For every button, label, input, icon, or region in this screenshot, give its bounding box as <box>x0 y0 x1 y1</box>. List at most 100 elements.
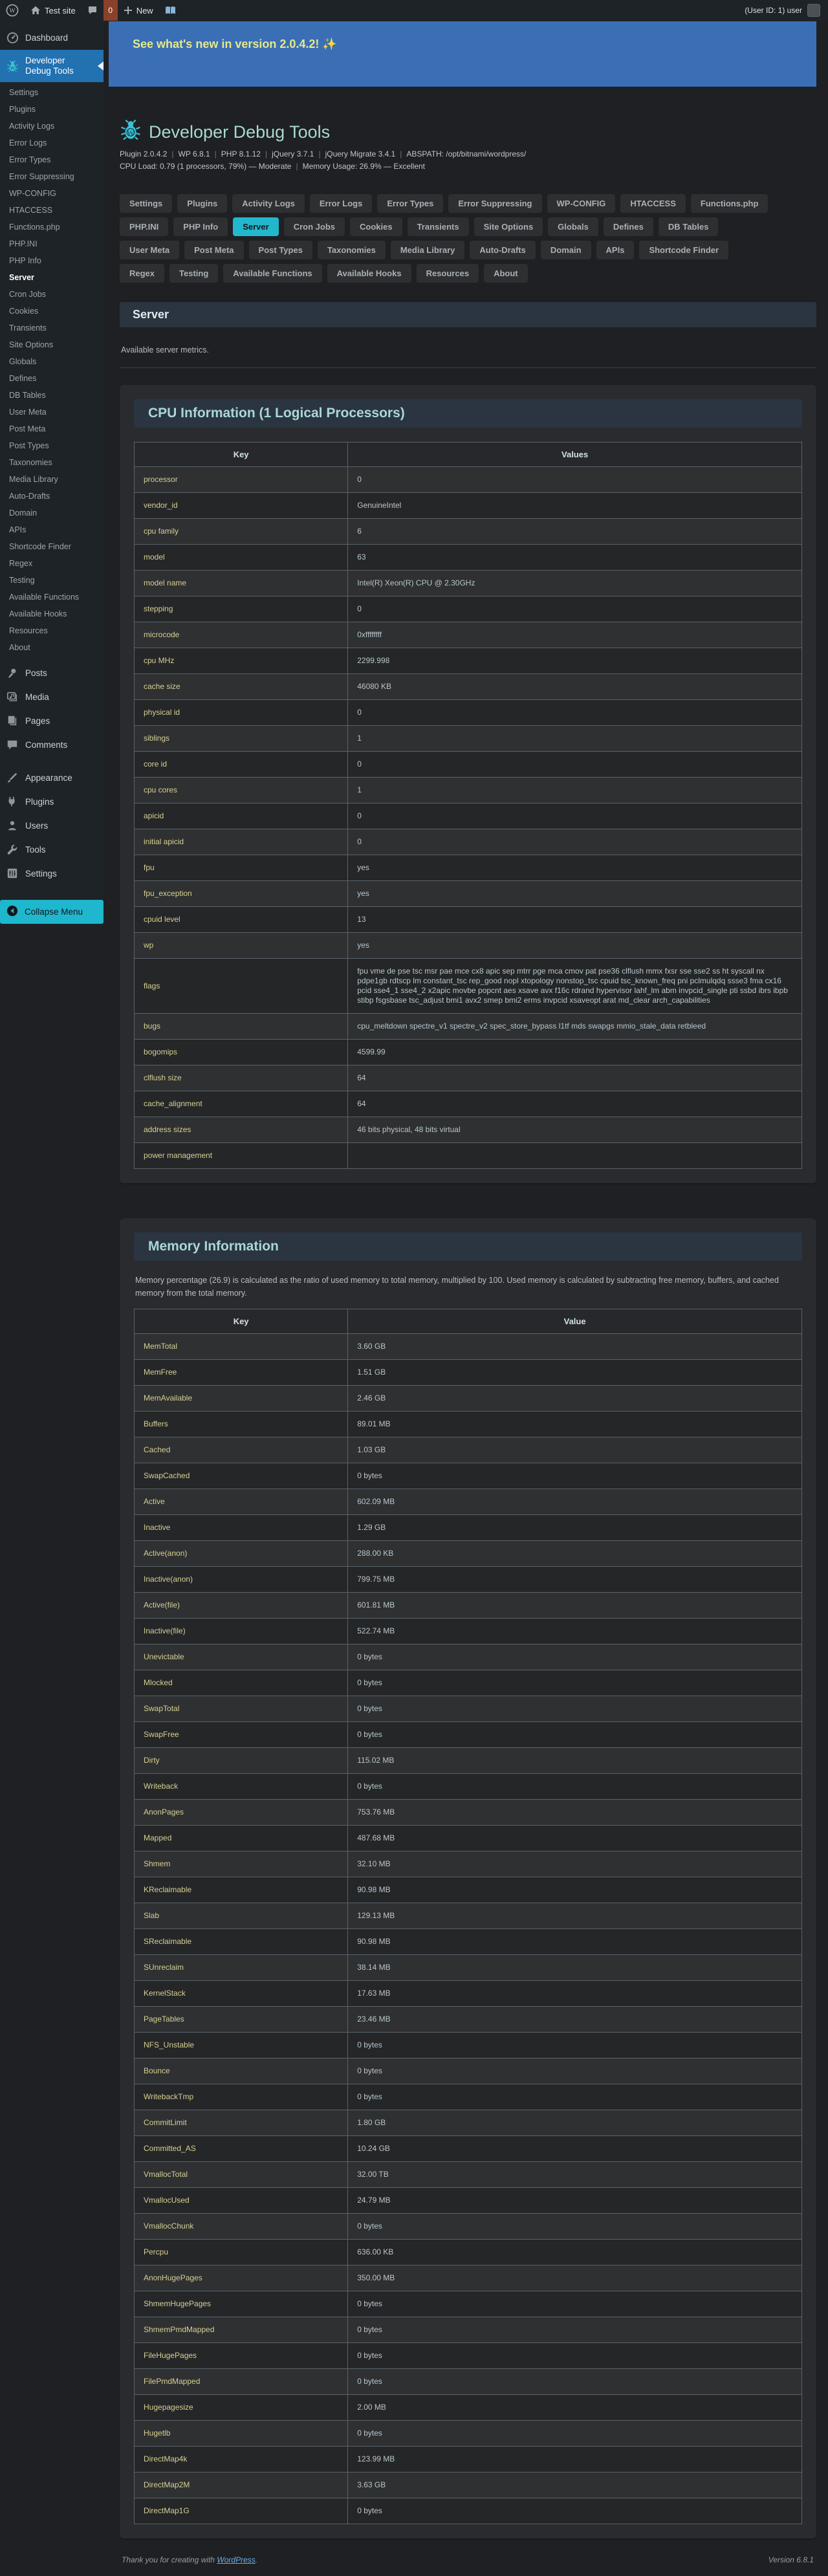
tab-settings[interactable]: Settings <box>120 194 172 213</box>
tab-cron-jobs[interactable]: Cron Jobs <box>284 217 345 236</box>
sidebar-subitem-error-types[interactable]: Error Types <box>0 151 104 168</box>
sidebar-subitem-domain[interactable]: Domain <box>0 505 104 521</box>
wordpress-logo-menu[interactable]: W <box>0 0 25 21</box>
sidebar-subitem-php-ini[interactable]: PHP.INI <box>0 235 104 252</box>
tab-user-meta[interactable]: User Meta <box>120 241 179 259</box>
tab-php-ini[interactable]: PHP.INI <box>120 217 168 236</box>
wordpress-link[interactable]: WordPress <box>217 2555 255 2564</box>
cpu-row-processor: processor0 <box>135 467 802 493</box>
comments-menu[interactable] <box>82 0 104 21</box>
sidebar-subitem-php-info[interactable]: PHP Info <box>0 252 104 269</box>
cpu-key: apicid <box>135 803 348 829</box>
cpu-row-physical-id: physical id0 <box>135 700 802 726</box>
memory-key: Hugetlb <box>135 2421 348 2447</box>
sidebar-item-users[interactable]: Users <box>0 814 104 838</box>
sidebar-item-label: Comments <box>25 740 67 750</box>
sidebar-subitem-post-types[interactable]: Post Types <box>0 437 104 454</box>
tab-wp-config[interactable]: WP-CONFIG <box>547 194 616 213</box>
sidebar-subitem-user-meta[interactable]: User Meta <box>0 404 104 420</box>
sidebar-subitem-available-functions[interactable]: Available Functions <box>0 589 104 606</box>
tab-error-logs[interactable]: Error Logs <box>310 194 372 213</box>
tab-post-meta[interactable]: Post Meta <box>184 241 243 259</box>
sidebar-subitem-about[interactable]: About <box>0 639 104 656</box>
sidebar-subitem-media-library[interactable]: Media Library <box>0 471 104 488</box>
site-name-menu[interactable]: Test site <box>25 0 82 21</box>
sidebar-subitem-taxonomies[interactable]: Taxonomies <box>0 454 104 471</box>
sidebar-item-developer-debug-tools[interactable]: W Developer Debug Tools <box>0 50 104 82</box>
tab-testing[interactable]: Testing <box>169 264 218 283</box>
sidebar-subitem-wp-config[interactable]: WP-CONFIG <box>0 185 104 202</box>
collapse-menu-button[interactable]: Collapse Menu <box>0 900 104 924</box>
tab-shortcode-finder[interactable]: Shortcode Finder <box>639 241 728 259</box>
tab-media-library[interactable]: Media Library <box>391 241 465 259</box>
sidebar-item-media[interactable]: Media <box>0 685 104 709</box>
tab-taxonomies[interactable]: Taxonomies <box>318 241 386 259</box>
tab-regex[interactable]: Regex <box>120 264 164 283</box>
tab-resources[interactable]: Resources <box>417 264 479 283</box>
sidebar-item-pages[interactable]: Pages <box>0 709 104 733</box>
tab-defines[interactable]: Defines <box>604 217 653 236</box>
sidebar-subitem-activity-logs[interactable]: Activity Logs <box>0 118 104 135</box>
tab-available-functions[interactable]: Available Functions <box>223 264 321 283</box>
sidebar-subitem-resources[interactable]: Resources <box>0 622 104 639</box>
memory-key: SwapTotal <box>135 1696 348 1722</box>
sidebar-subitem-functions-php[interactable]: Functions.php <box>0 219 104 235</box>
sidebar-subitem-post-meta[interactable]: Post Meta <box>0 420 104 437</box>
tab-available-hooks[interactable]: Available Hooks <box>327 264 411 283</box>
tab-globals[interactable]: Globals <box>548 217 598 236</box>
sidebar-subitem-server[interactable]: Server <box>0 269 104 286</box>
new-content-menu[interactable]: New <box>118 0 159 21</box>
sidebar-subitem-globals[interactable]: Globals <box>0 353 104 370</box>
tab-error-suppressing[interactable]: Error Suppressing <box>448 194 541 213</box>
sidebar-subitem-plugins[interactable]: Plugins <box>0 101 104 118</box>
sidebar-subitem-defines[interactable]: Defines <box>0 370 104 387</box>
sidebar-item-comments[interactable]: Comments <box>0 733 104 757</box>
sidebar-subitem-site-options[interactable]: Site Options <box>0 336 104 353</box>
cpu-row-wp: wpyes <box>135 933 802 959</box>
tab-post-types[interactable]: Post Types <box>249 241 312 259</box>
sidebar-subitem-db-tables[interactable]: DB Tables <box>0 387 104 404</box>
sidebar-item-settings-main[interactable]: Settings <box>0 862 104 886</box>
docs-menu[interactable] <box>159 0 182 21</box>
memory-card-title: Memory Information <box>134 1232 802 1261</box>
sidebar-item-appearance[interactable]: Appearance <box>0 766 104 790</box>
sidebar-subitem-htaccess[interactable]: HTACCESS <box>0 202 104 219</box>
error-count-badge[interactable]: 0 <box>104 0 118 21</box>
sidebar-subitem-cron-jobs[interactable]: Cron Jobs <box>0 286 104 303</box>
avatar[interactable] <box>807 4 820 17</box>
sidebar-subitem-apis[interactable]: APIs <box>0 521 104 538</box>
sidebar-subitem-settings[interactable]: Settings <box>0 84 104 101</box>
tab-site-options[interactable]: Site Options <box>474 217 543 236</box>
sidebar-subitem-error-suppressing[interactable]: Error Suppressing <box>0 168 104 185</box>
sidebar-subitem-cookies[interactable]: Cookies <box>0 303 104 320</box>
memory-row-inactive: Inactive1.29 GB <box>135 1515 802 1541</box>
whats-new-banner[interactable]: See what's new in version 2.0.4.2! ✨ <box>109 21 816 87</box>
sidebar-item-tools[interactable]: Tools <box>0 838 104 862</box>
tab-domain[interactable]: Domain <box>541 241 591 259</box>
sidebar-item-plugins-main[interactable]: Plugins <box>0 790 104 814</box>
sidebar-item-posts[interactable]: Posts <box>0 661 104 685</box>
tab-auto-drafts[interactable]: Auto-Drafts <box>470 241 536 259</box>
sidebar-subitem-error-logs[interactable]: Error Logs <box>0 135 104 151</box>
sidebar-subitem-shortcode-finder[interactable]: Shortcode Finder <box>0 538 104 555</box>
tab-cookies[interactable]: Cookies <box>350 217 402 236</box>
tab-php-info[interactable]: PHP Info <box>173 217 228 236</box>
sidebar-subitem-regex[interactable]: Regex <box>0 555 104 572</box>
sidebar-item-dashboard[interactable]: Dashboard <box>0 26 104 50</box>
tab-activity-logs[interactable]: Activity Logs <box>232 194 305 213</box>
sidebar-subitem-testing[interactable]: Testing <box>0 572 104 589</box>
tab-htaccess[interactable]: HTACCESS <box>620 194 686 213</box>
memory-value: 129.13 MB <box>348 1903 802 1929</box>
tab-server[interactable]: Server <box>233 217 278 236</box>
tab-apis[interactable]: APIs <box>596 241 635 259</box>
tab-plugins[interactable]: Plugins <box>177 194 227 213</box>
tab-functions-php[interactable]: Functions.php <box>691 194 768 213</box>
tab-transients[interactable]: Transients <box>408 217 469 236</box>
tab-about[interactable]: About <box>484 264 528 283</box>
user-account-label[interactable]: (User ID: 1) user <box>745 6 802 15</box>
tab-error-types[interactable]: Error Types <box>377 194 443 213</box>
sidebar-subitem-transients[interactable]: Transients <box>0 320 104 336</box>
sidebar-subitem-auto-drafts[interactable]: Auto-Drafts <box>0 488 104 505</box>
sidebar-subitem-available-hooks[interactable]: Available Hooks <box>0 606 104 622</box>
tab-db-tables[interactable]: DB Tables <box>659 217 719 236</box>
